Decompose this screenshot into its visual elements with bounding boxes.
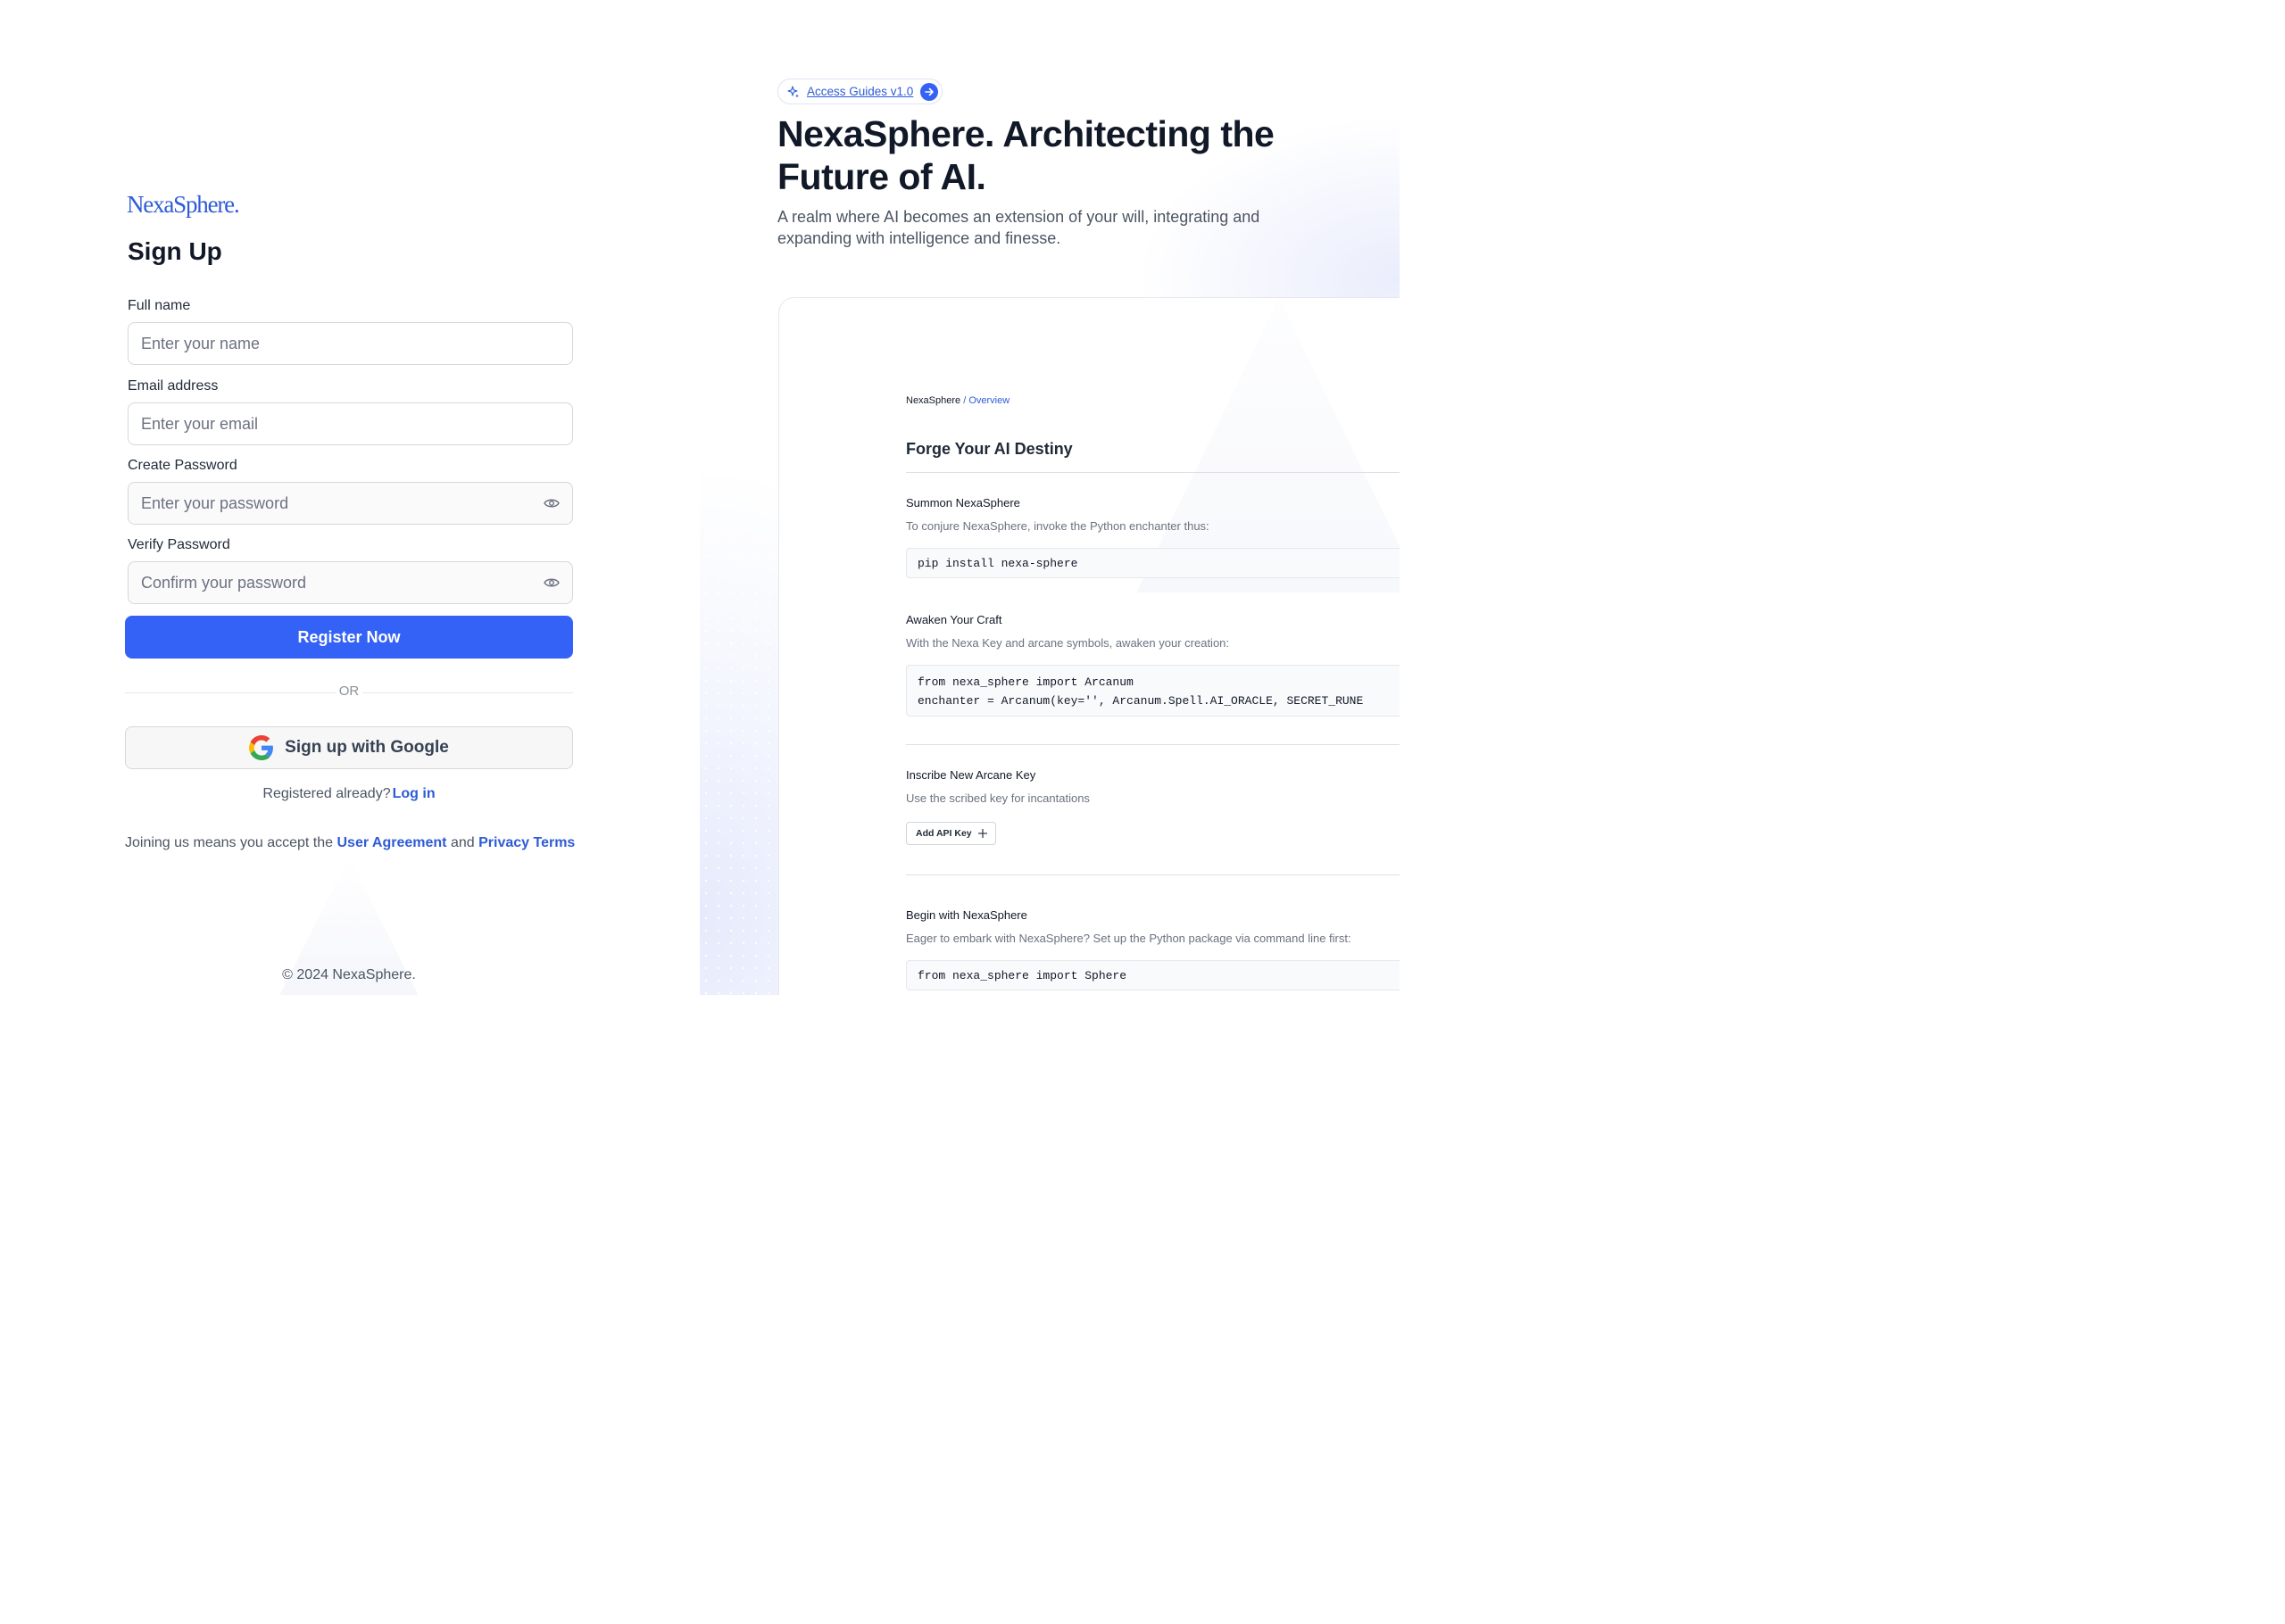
access-guides-pill[interactable]: Access Guides v1.0	[777, 79, 943, 104]
marketing-panel: Access Guides v1.0 NexaSphere. Architect…	[700, 0, 1400, 995]
breadcrumb-separator: /	[963, 395, 967, 406]
pill-label: Access Guides v1.0	[807, 85, 914, 98]
plus-icon	[977, 829, 987, 838]
register-button[interactable]: Register Now	[125, 616, 573, 659]
section-description: To conjure NexaSphere, invoke the Python…	[906, 519, 1209, 533]
code-block: from nexa_sphere import Sphere	[906, 960, 1400, 990]
section-title: Inscribe New Arcane Key	[906, 768, 1036, 782]
eye-icon[interactable]	[544, 498, 560, 509]
copyright: © 2024 NexaSphere.	[282, 967, 416, 982]
breadcrumb-root[interactable]: NexaSphere	[906, 395, 960, 406]
breadcrumb-current[interactable]: Overview	[968, 395, 1010, 406]
divider	[906, 874, 1400, 875]
email-input[interactable]	[128, 402, 573, 445]
add-api-key-label: Add API Key	[916, 828, 972, 839]
login-prompt: Registered already? Log in	[125, 786, 573, 802]
dot-pattern	[700, 500, 780, 995]
user-agreement-link[interactable]: User Agreement	[337, 835, 446, 850]
brand-logo: NexaSphere.	[127, 191, 240, 218]
code-block: pip install nexa-sphere	[906, 548, 1400, 578]
terms-and: and	[450, 835, 475, 850]
full-name-input[interactable]	[128, 322, 573, 365]
login-link[interactable]: Log in	[393, 786, 436, 801]
section-title: Awaken Your Craft	[906, 613, 1002, 626]
code-block: from nexa_sphere import Arcanum enchante…	[906, 665, 1400, 717]
verify-password-label: Verify Password	[128, 537, 230, 552]
hero-subtext: A realm where AI becomes an extension of…	[777, 208, 1260, 247]
docs-preview-card: NexaSphere / Overview Forge Your AI Dest…	[778, 297, 1400, 995]
full-name-label: Full name	[128, 298, 191, 313]
eye-icon[interactable]	[544, 577, 560, 588]
divider	[906, 744, 1400, 745]
password-label: Create Password	[128, 458, 237, 473]
section-title: Summon NexaSphere	[906, 496, 1020, 510]
google-button-label: Sign up with Google	[285, 738, 449, 757]
login-prompt-text: Registered already?	[262, 786, 391, 801]
section-title: Begin with NexaSphere	[906, 908, 1027, 922]
preview-heading: Forge Your AI Destiny	[906, 440, 1073, 458]
breadcrumb: NexaSphere / Overview	[906, 395, 1010, 406]
add-api-key-button[interactable]: Add API Key	[906, 822, 996, 845]
terms-notice: Joining us means you accept the User Agr…	[125, 835, 575, 851]
hero-headline: NexaSphere. Architecting the Future of A…	[777, 113, 1275, 197]
terms-prefix: Joining us means you accept the	[125, 835, 334, 850]
google-signup-button[interactable]: Sign up with Google	[125, 726, 573, 769]
google-icon	[249, 735, 274, 760]
signup-panel: NexaSphere. Sign Up Full name Email addr…	[0, 0, 700, 995]
section-description: Use the scribed key for incantations	[906, 791, 1090, 805]
page-title: Sign Up	[128, 237, 222, 265]
sparkle-icon	[787, 85, 799, 97]
password-input[interactable]	[128, 482, 573, 525]
email-label: Email address	[128, 378, 219, 394]
verify-password-input[interactable]	[128, 561, 573, 604]
or-separator: OR	[336, 684, 362, 699]
section-description: With the Nexa Key and arcane symbols, aw…	[906, 636, 1230, 650]
arrow-right-icon	[920, 82, 939, 101]
divider	[906, 472, 1400, 473]
section-description: Eager to embark with NexaSphere? Set up …	[906, 932, 1351, 945]
privacy-terms-link[interactable]: Privacy Terms	[478, 835, 575, 850]
